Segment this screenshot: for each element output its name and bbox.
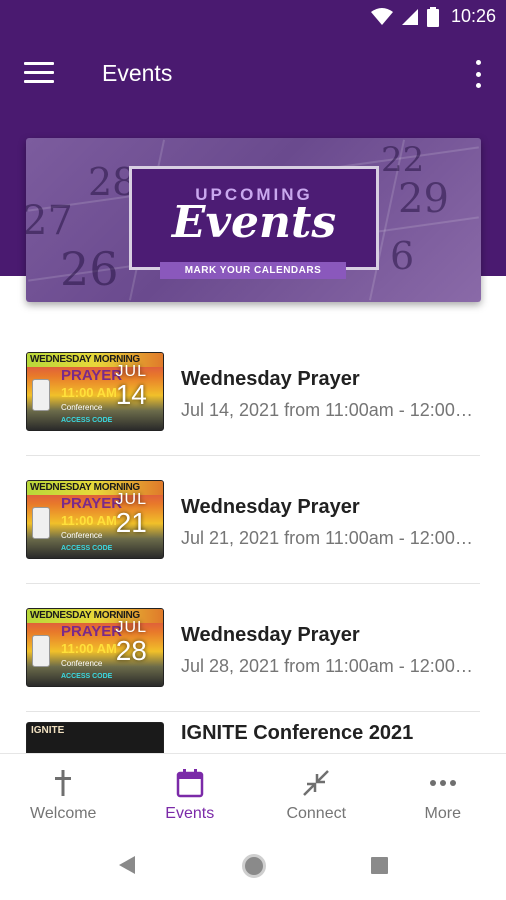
banner-headline: Events	[171, 197, 337, 248]
calendar-number: 29	[398, 176, 449, 222]
event-thumbnail: WEDNESDAY MORNING PRAYER 11:00 AM Confer…	[26, 608, 164, 687]
event-thumbnail: WEDNESDAY MORNING PRAYER 11:00 AM Confer…	[26, 480, 164, 559]
date-overlay: JUL 21	[116, 491, 147, 537]
date-overlay: JUL 28	[116, 619, 147, 665]
hamburger-menu-icon[interactable]	[24, 62, 54, 86]
thumb-line: 11:00 AM	[61, 385, 117, 400]
date-day: 28	[115, 635, 147, 666]
page-title: Events	[102, 60, 173, 86]
event-row[interactable]: WEDNESDAY MORNING PRAYER 11:00 AM Confer…	[0, 584, 506, 712]
thumb-line: Conference	[61, 659, 103, 668]
event-datetime: Jul 21, 2021 from 11:00am - 12:00pm	[181, 528, 477, 548]
events-banner[interactable]: 22 28 29 26 27 6 UPCOMING Events MARK YO…	[26, 138, 481, 302]
thumb-line: 11:00 AM	[61, 513, 117, 528]
calendar-icon	[176, 769, 203, 798]
more-vert-icon[interactable]	[474, 60, 482, 88]
cell-signal-icon	[401, 8, 418, 25]
phone-icon	[32, 507, 50, 539]
thumb-line: ACCESS CODE	[61, 673, 113, 680]
date-day: 21	[115, 507, 147, 538]
status-time: 10:26	[450, 6, 496, 26]
event-row[interactable]: WEDNESDAY MORNING PRAYER 11:00 AM Confer…	[0, 456, 506, 584]
thumb-line: 11:00 AM	[61, 641, 117, 656]
bottom-navigation: Welcome Events Connect More	[0, 753, 506, 831]
event-datetime: Jul 14, 2021 from 11:00am - 12:00pm	[181, 400, 477, 420]
thumb-line: ACCESS CODE	[61, 417, 113, 424]
thumb-line: PRAYER	[61, 495, 123, 512]
calendar-number: 27	[26, 198, 73, 244]
system-navigation-bar	[0, 831, 506, 900]
screen: 10:26 Events 22 28 29 26 27 6 UPCOMING E…	[0, 0, 506, 900]
event-datetime: Jul 28, 2021 from 11:00am - 12:00pm	[181, 656, 477, 676]
thumb-line: Conference	[61, 403, 103, 412]
nav-label: Welcome	[30, 805, 97, 822]
more-horiz-icon	[429, 780, 456, 786]
event-row[interactable]: WEDNESDAY MORNING PRAYER 11:00 AM Confer…	[0, 328, 506, 456]
thumb-line: Conference	[61, 531, 103, 540]
status-bar: 10:26	[0, 0, 506, 36]
nav-item-events[interactable]: Events	[127, 754, 254, 831]
nav-item-connect[interactable]: Connect	[253, 754, 380, 831]
back-icon[interactable]	[118, 855, 136, 875]
date-day: 14	[115, 379, 147, 410]
arrows-inward-icon	[303, 770, 330, 796]
nav-label: Events	[165, 805, 215, 822]
home-icon[interactable]	[242, 854, 266, 878]
calendar-number: 22	[381, 140, 425, 180]
calendar-number: 6	[390, 234, 415, 278]
nav-item-welcome[interactable]: Welcome	[0, 754, 127, 831]
date-overlay: JUL 14	[116, 363, 147, 409]
calendar-number: 26	[60, 242, 119, 296]
battery-icon	[426, 6, 439, 27]
event-title: Wednesday Prayer	[181, 624, 360, 646]
banner-tagline: MARK YOUR CALENDARS	[160, 262, 346, 279]
phone-icon	[32, 379, 50, 411]
thumb-line: ACCESS CODE	[61, 545, 113, 552]
event-title: Wednesday Prayer	[181, 368, 360, 390]
banner-card: UPCOMING Events	[129, 166, 379, 270]
phone-icon	[32, 635, 50, 667]
wifi-icon	[370, 7, 393, 25]
event-thumbnail: WEDNESDAY MORNING PRAYER 11:00 AM Confer…	[26, 352, 164, 431]
nav-item-more[interactable]: More	[380, 754, 506, 831]
recent-apps-icon[interactable]	[371, 857, 388, 874]
cross-icon	[55, 770, 72, 796]
thumb-line: PRAYER	[61, 623, 123, 640]
event-title: IGNITE Conference 2021	[181, 722, 414, 744]
thumb-line: PRAYER	[61, 367, 123, 384]
app-bar: Events	[0, 44, 506, 106]
nav-label: More	[424, 805, 461, 822]
thumb-line: IGNITE	[31, 725, 65, 736]
event-title: Wednesday Prayer	[181, 496, 360, 518]
nav-label: Connect	[286, 805, 347, 822]
